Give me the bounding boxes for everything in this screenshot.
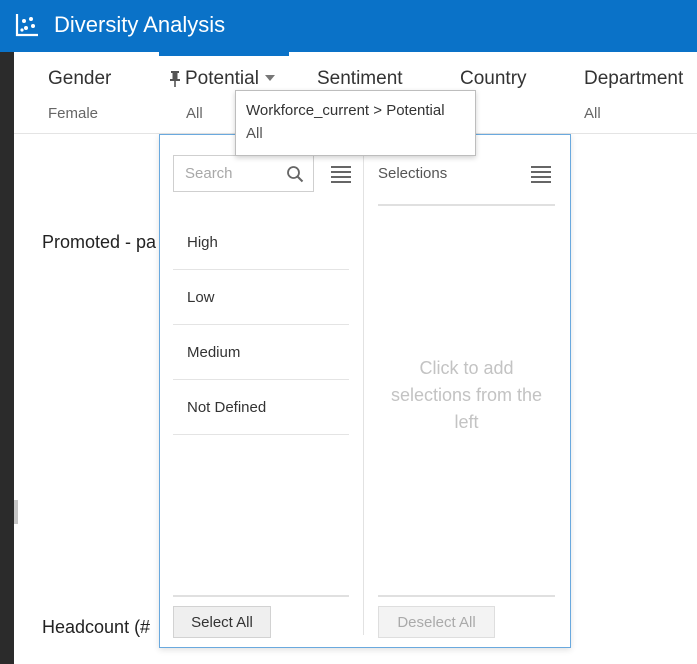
filter-value: All: [186, 105, 203, 122]
filter-tooltip: Workforce_current > Potential All: [235, 90, 476, 156]
filter-label-row: Potential: [169, 68, 275, 90]
app-title: Diversity Analysis: [54, 12, 226, 37]
filter-department[interactable]: Department All: [584, 52, 697, 134]
filter-label: Potential: [185, 68, 259, 89]
selections-title: Selections: [378, 165, 448, 182]
options-list: High Low Medium Not Defined: [173, 215, 349, 435]
search-box[interactable]: [173, 155, 314, 192]
app-titlebar: Diversity Analysis: [0, 0, 697, 52]
headcount-chart-title: Headcount (#: [42, 617, 151, 637]
filter-label: Department: [584, 68, 684, 89]
options-footer-divider: [173, 595, 349, 597]
left-sidebar-strip: [0, 52, 14, 664]
search-icon[interactable]: [286, 165, 304, 183]
resize-handle[interactable]: [14, 500, 18, 524]
list-item[interactable]: Low: [173, 270, 349, 325]
potential-filter-dropdown: High Low Medium Not Defined Selections C…: [159, 134, 571, 648]
selections-divider: [378, 204, 555, 206]
filter-label: Country: [460, 68, 527, 89]
selections-footer-divider: [378, 595, 555, 597]
filter-country[interactable]: Country: [460, 52, 570, 134]
selections-menu-icon[interactable]: [531, 165, 551, 183]
scatter-chart-icon: [15, 14, 38, 37]
caret-down-icon[interactable]: [264, 74, 275, 81]
tooltip-path: Workforce_current > Potential: [246, 102, 445, 119]
tooltip-value: All: [246, 125, 263, 142]
filter-value: Female: [48, 105, 99, 122]
promoted-chart-title: Promoted - pa: [42, 232, 157, 252]
filter-label: Gender: [48, 68, 112, 89]
select-all-button[interactable]: Select All: [173, 606, 271, 638]
list-item[interactable]: High: [173, 215, 349, 270]
filter-label: Sentiment: [317, 68, 403, 89]
column-divider: [363, 135, 364, 635]
list-item[interactable]: Not Defined: [173, 380, 349, 435]
filter-value: All: [584, 105, 601, 122]
options-menu-icon[interactable]: [331, 165, 351, 183]
filter-gender[interactable]: Gender Female: [48, 52, 138, 134]
search-input[interactable]: [174, 156, 284, 191]
list-item[interactable]: Medium: [173, 325, 349, 380]
pin-icon[interactable]: [169, 70, 181, 88]
deselect-all-button[interactable]: Deselect All: [378, 606, 495, 638]
selections-empty-message: Click to add selections from the left: [390, 358, 543, 432]
